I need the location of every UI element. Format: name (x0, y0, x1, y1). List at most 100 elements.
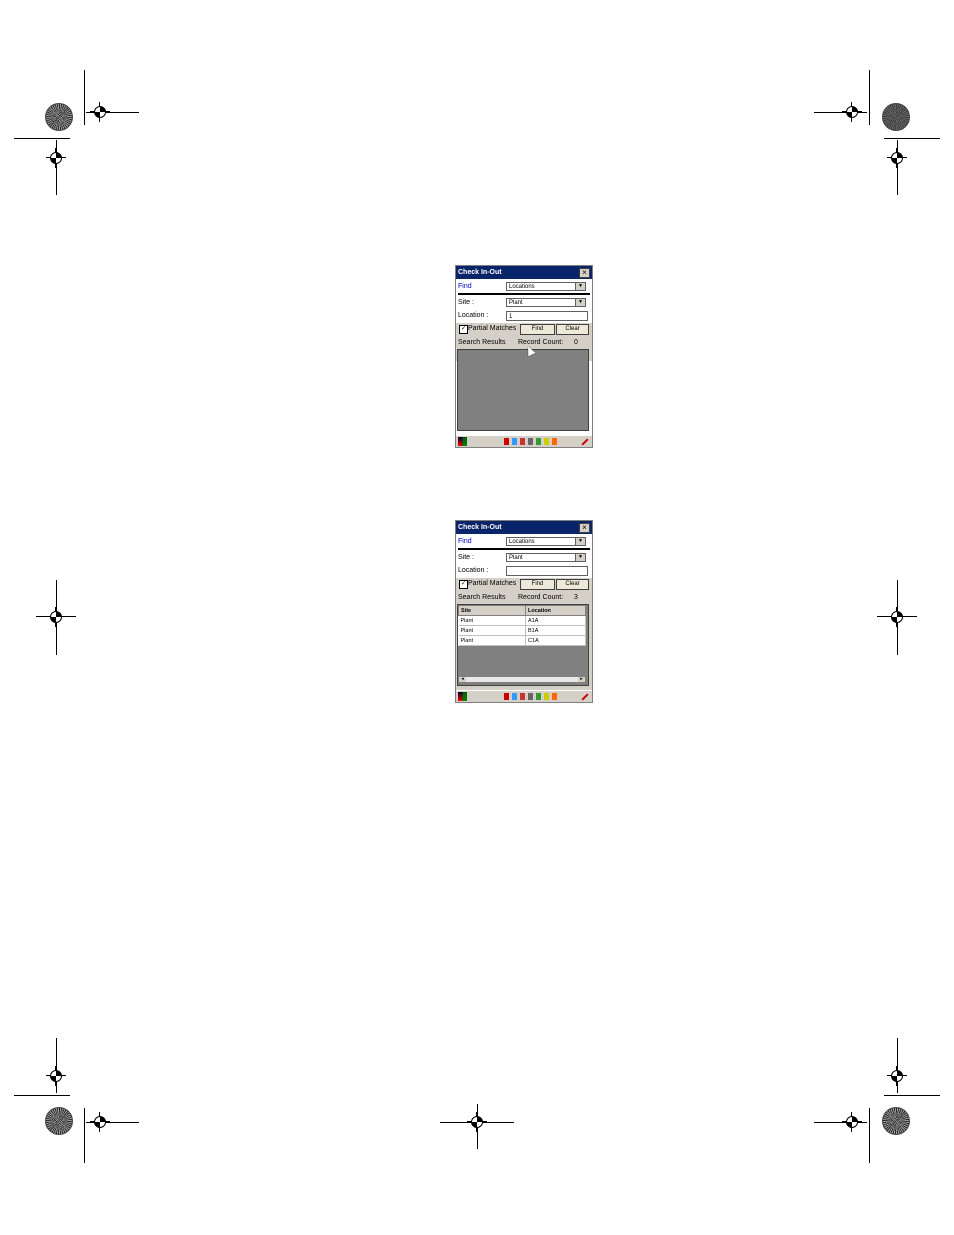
partial-matches-checkbox[interactable]: ✓ (459, 580, 468, 589)
tray-power-icon[interactable] (552, 693, 557, 700)
taskbar (456, 690, 592, 702)
table-row[interactable]: Plant B1A (458, 625, 586, 636)
divider (458, 548, 590, 550)
registration-dial-icon (45, 103, 73, 131)
site-select[interactable]: Plant ▼ (506, 553, 586, 562)
check-in-out-window-empty: Check In-Out × Find Locations ▼ Site : P… (455, 265, 593, 448)
crop-line (84, 1108, 85, 1163)
find-type-select[interactable]: Locations ▼ (506, 282, 586, 291)
find-button[interactable]: Find (520, 324, 555, 335)
scroll-left-icon[interactable]: ◂ (459, 677, 466, 682)
stylus-pen-icon[interactable] (581, 693, 589, 701)
window-title: Check In-Out (458, 269, 502, 276)
tray-signal-icon[interactable] (528, 438, 533, 445)
record-count-label: Record Count: (518, 339, 564, 346)
tray-clock-icon[interactable] (536, 438, 541, 445)
record-count-value: 3 (574, 594, 578, 601)
crop-line (869, 70, 870, 125)
search-results-label: Search Results (458, 339, 506, 346)
registration-dial-icon (45, 1107, 73, 1135)
registration-dial-icon (882, 103, 910, 131)
start-menu-icon[interactable] (458, 692, 467, 701)
registration-target-icon (90, 102, 110, 122)
chevron-down-icon[interactable]: ▼ (575, 538, 585, 545)
location-input[interactable]: 1 (506, 311, 588, 321)
registration-target-icon (90, 1112, 110, 1132)
cell-location: B1A (525, 625, 586, 636)
title-bar: Check In-Out × (456, 521, 592, 534)
crop-line (884, 1095, 940, 1096)
cell-location: C1A (525, 635, 586, 646)
divider (458, 293, 590, 295)
stylus-pen-icon[interactable] (581, 438, 589, 446)
cell-site: Plant (458, 615, 526, 626)
site-label: Site : (458, 554, 474, 561)
site-value: Plant (509, 555, 523, 561)
search-results-area[interactable] (457, 349, 589, 431)
close-button[interactable]: × (579, 268, 590, 278)
registration-target-icon (46, 1066, 66, 1086)
tray-battery-icon[interactable] (544, 693, 549, 700)
site-label: Site : (458, 299, 474, 306)
registration-target-icon (887, 148, 907, 168)
partial-matches-label: Partial Matches (468, 580, 517, 587)
crop-line (869, 1108, 870, 1163)
window-title: Check In-Out (458, 524, 502, 531)
table-row[interactable]: Plant A1A (458, 615, 586, 626)
clear-button[interactable]: Clear (556, 579, 589, 590)
taskbar (456, 435, 592, 447)
record-count-value: 0 (574, 339, 578, 346)
tray-clock-icon[interactable] (536, 693, 541, 700)
start-menu-icon[interactable] (458, 437, 467, 446)
record-count-label: Record Count: (518, 594, 564, 601)
site-select[interactable]: Plant ▼ (506, 298, 586, 307)
find-type-value: Locations (509, 284, 535, 290)
crop-line (84, 70, 85, 125)
horizontal-scrollbar[interactable]: ◂ ▸ (458, 676, 586, 683)
tray-alert-icon[interactable] (504, 693, 509, 700)
chevron-down-icon[interactable]: ▼ (575, 283, 585, 290)
tray-alert-icon[interactable] (504, 438, 509, 445)
chevron-down-icon[interactable]: ▼ (575, 554, 585, 561)
find-label: Find (458, 283, 472, 290)
clear-button[interactable]: Clear (556, 324, 589, 335)
tray-network-icon[interactable] (512, 438, 517, 445)
crop-line (14, 138, 70, 139)
tray-signal-icon[interactable] (528, 693, 533, 700)
partial-matches-checkbox[interactable]: ✓ (459, 325, 468, 334)
registration-target-icon (36, 607, 76, 627)
table-row[interactable]: Plant C1A (458, 635, 586, 646)
tray-battery-icon[interactable] (544, 438, 549, 445)
find-button[interactable]: Find (520, 579, 555, 590)
registration-target-icon (842, 1112, 862, 1132)
title-bar: Check In-Out × (456, 266, 592, 279)
partial-matches-label: Partial Matches (468, 325, 517, 332)
table-header-row: Site Location (458, 605, 586, 616)
search-results-label: Search Results (458, 594, 506, 601)
tray-power-icon[interactable] (552, 438, 557, 445)
close-button[interactable]: × (579, 523, 590, 533)
form-body: Find Locations ▼ Site : Plant ▼ Location… (456, 534, 592, 690)
form-body: Find Locations ▼ Site : Plant ▼ Location… (456, 279, 592, 435)
tray-keyboard-icon[interactable] (520, 693, 525, 700)
location-label: Location : (458, 312, 489, 319)
registration-dial-icon (882, 1107, 910, 1135)
scroll-right-icon[interactable]: ▸ (578, 677, 585, 682)
registration-target-icon (887, 1066, 907, 1086)
crop-line (884, 138, 940, 139)
location-input[interactable] (506, 566, 588, 576)
site-value: Plant (509, 300, 523, 306)
registration-target-icon (46, 148, 66, 168)
column-header-location[interactable]: Location (525, 605, 586, 616)
find-type-select[interactable]: Locations ▼ (506, 537, 586, 546)
find-type-value: Locations (509, 539, 535, 545)
registration-target-icon (877, 607, 917, 627)
cell-site: Plant (458, 625, 526, 636)
find-label: Find (458, 538, 472, 545)
location-label: Location : (458, 567, 489, 574)
chevron-down-icon[interactable]: ▼ (575, 299, 585, 306)
crop-line (14, 1095, 70, 1096)
column-header-site[interactable]: Site (458, 605, 526, 616)
tray-keyboard-icon[interactable] (520, 438, 525, 445)
tray-network-icon[interactable] (512, 693, 517, 700)
